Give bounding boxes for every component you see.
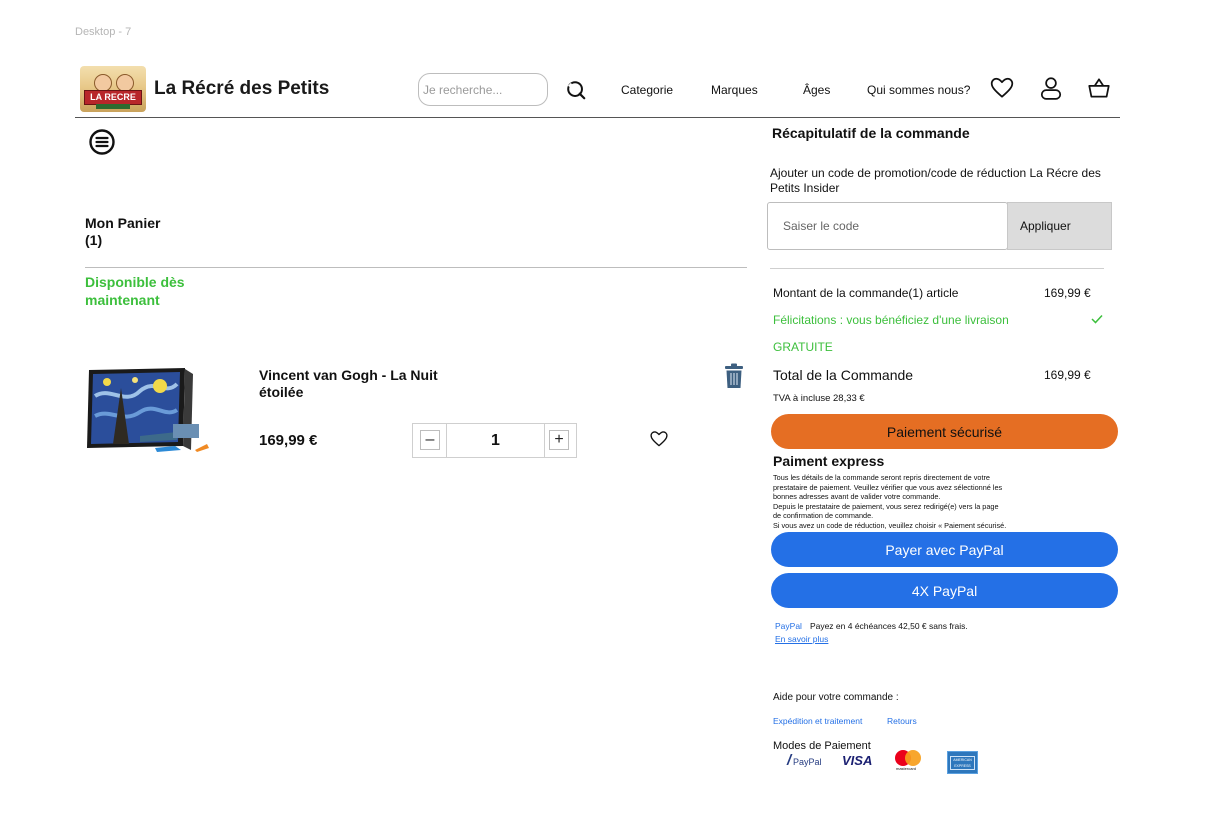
paypal-4x-button[interactable]: 4X PayPal xyxy=(771,573,1118,608)
cart-title-text: Mon Panier xyxy=(85,215,161,231)
cart-title: Mon Panier (1) xyxy=(85,215,160,249)
free-shipping-message: Félicitations : vous bénéficiez d'une li… xyxy=(773,313,1009,327)
nav-ages[interactable]: Âges xyxy=(803,83,830,97)
order-amount-value: 169,99 € xyxy=(1044,286,1091,300)
brand-logo[interactable]: LA RECRE xyxy=(80,66,146,112)
express-info-line: de confirmation de commande. xyxy=(773,511,874,521)
cart-divider xyxy=(85,267,747,268)
trash-icon[interactable] xyxy=(724,363,744,389)
product-price: 169,99 € xyxy=(259,432,318,449)
payment-modes-title: Modes de Paiement xyxy=(773,740,871,752)
help-title: Aide pour votre commande : xyxy=(773,692,899,703)
learn-more-link[interactable]: En savoir plus xyxy=(775,634,828,644)
header-divider xyxy=(75,117,1120,118)
express-info-line: prestataire de paiement. Veuillez vérifi… xyxy=(773,482,1003,492)
user-icon[interactable] xyxy=(1038,75,1064,101)
vat-info: TVA à incluse 28,33 € xyxy=(773,393,865,404)
search-icon[interactable] xyxy=(565,79,587,101)
nav-about[interactable]: Qui sommes nous? xyxy=(867,83,970,97)
express-info-line: Depuis le prestataire de paiement, vous … xyxy=(773,501,999,511)
express-payment-title: Paiment express xyxy=(773,453,885,469)
product-image[interactable] xyxy=(85,366,209,454)
quantity-stepper: – 1 + xyxy=(412,423,577,458)
shipping-link[interactable]: Expédition et traitement xyxy=(773,716,862,726)
paypal-logo-text: PayPal xyxy=(793,757,822,767)
free-shipping-label: GRATUITE xyxy=(773,340,833,354)
frame-label: Desktop - 7 xyxy=(75,26,132,38)
cart-count: (1) xyxy=(85,232,103,248)
summary-title: Récapitulatif de la commande xyxy=(772,125,970,141)
nav-categorie[interactable]: Categorie xyxy=(621,83,673,97)
basket-icon[interactable] xyxy=(1086,75,1112,101)
express-info-line: bonnes adresses avant de valider votre c… xyxy=(773,492,941,502)
promo-label: Ajouter un code de promotion/code de réd… xyxy=(770,166,1101,195)
total-label: Total de la Commande xyxy=(773,367,914,383)
total-value: 169,99 € xyxy=(1044,368,1091,382)
brand-name[interactable]: La Récré des Petits xyxy=(154,78,329,100)
quantity-value[interactable]: 1 xyxy=(446,424,545,457)
menu-icon[interactable] xyxy=(88,128,116,156)
secure-payment-button[interactable]: Paiement sécurisé xyxy=(771,414,1118,449)
visa-logo: VISA xyxy=(842,753,873,768)
paypal-installment-text: Payez en 4 échéances 42,50 € sans frais. xyxy=(809,621,968,631)
amex-logo-text: AMERICAN EXPRESS xyxy=(950,756,975,770)
express-info-line: Si vous avez un code de réduction, veuil… xyxy=(773,520,1007,530)
paypal-installment-note: PayPal Payez en 4 échéances 42,50 € sans … xyxy=(775,621,968,631)
order-amount-label: Montant de la commande(1) article xyxy=(773,286,959,300)
mastercard-logo-text: mastercard xyxy=(896,766,917,771)
express-payment-info: Tous les détails de la commande seront r… xyxy=(773,473,1063,531)
check-icon xyxy=(1091,314,1103,324)
logo-banner-text: LA RECRE xyxy=(84,90,142,105)
amex-logo: AMERICAN EXPRESS xyxy=(947,751,978,774)
returns-link[interactable]: Retours xyxy=(887,716,917,726)
paypal-button[interactable]: Payer avec PayPal xyxy=(771,532,1118,567)
apply-promo-button[interactable]: Appliquer xyxy=(1007,202,1112,250)
logo-ribbon xyxy=(96,104,130,109)
nav-marques[interactable]: Marques xyxy=(711,83,758,97)
search-input[interactable] xyxy=(418,73,548,106)
wishlist-heart-icon[interactable] xyxy=(649,429,669,449)
promo-code-input[interactable] xyxy=(767,202,1008,250)
paypal-mini-logo: PayPal xyxy=(775,621,802,631)
availability-status: Disponible dès maintenant xyxy=(85,274,185,308)
increase-quantity-button[interactable]: + xyxy=(549,430,569,450)
heart-icon[interactable] xyxy=(989,75,1015,101)
paypal-logo: / PayPal xyxy=(787,752,822,769)
express-info-line: Tous les détails de la commande seront r… xyxy=(773,473,990,482)
decrease-quantity-button[interactable]: – xyxy=(420,430,440,450)
product-name[interactable]: Vincent van Gogh - La Nuit étoilée xyxy=(259,367,469,401)
summary-divider xyxy=(770,268,1104,269)
mastercard-logo: mastercard xyxy=(895,750,923,772)
